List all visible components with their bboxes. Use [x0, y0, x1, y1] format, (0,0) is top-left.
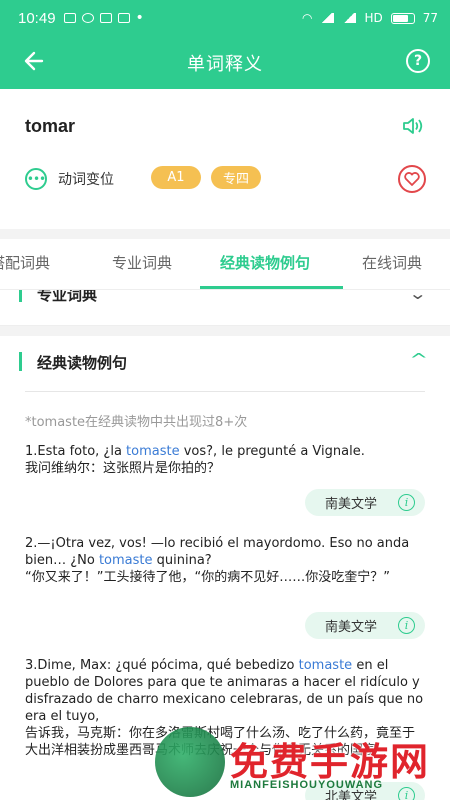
watermark-text: 免费手游网	[230, 740, 431, 784]
section-title: 经典读物例句	[37, 354, 128, 372]
info-icon[interactable]: i	[398, 617, 415, 634]
divider	[0, 229, 450, 239]
example-translation: “你又来了！”工头接待了他，“你的病不见好……你没吃奎宁？”	[25, 570, 390, 585]
tab-collocation[interactable]: 搭配词典	[0, 252, 50, 273]
mail-icon	[63, 13, 76, 23]
section-accent-bar	[19, 290, 22, 302]
example-sentence: 2.—¡Otra vez, vos! —lo recibió el mayord…	[25, 535, 427, 586]
example-text: 2.—¡Otra vez, vos! —lo recibió el mayord…	[25, 536, 410, 568]
source-tag[interactable]: 南美文学 i	[305, 489, 425, 516]
source-tag[interactable]: 南美文学 i	[305, 612, 425, 639]
example-text: 1.Esta foto, ¿la	[25, 444, 127, 459]
example-spanish: 2.—¡Otra vez, vos! —lo recibió el mayord…	[25, 535, 427, 569]
watermark-subtext: MIANFEISHOUYOUWANG	[230, 779, 384, 791]
battery-level: 77	[422, 11, 438, 25]
divider	[0, 326, 450, 336]
level-badge: A1	[151, 166, 201, 189]
signal-icon-2	[342, 13, 357, 23]
example-text: vos?, le pregunté a Vignale.	[179, 444, 365, 459]
example-text: quinina?	[152, 553, 212, 568]
exam-badge: 专四	[211, 166, 261, 189]
headword: tomar	[25, 116, 76, 136]
tab-online[interactable]: 在线词典	[362, 252, 422, 273]
occurrence-count: *tomaste在经典读物中共出现过8+次	[25, 415, 248, 430]
section-divider	[25, 391, 425, 392]
wifi-icon: ◠	[301, 11, 313, 25]
chevron-up-icon[interactable]: ^	[409, 350, 428, 369]
section-accent-bar	[19, 352, 22, 371]
highlighted-word: tomaste	[298, 658, 353, 673]
signal-icon	[320, 13, 335, 23]
word-header: tomar ••• 动词变位 A1 专四	[0, 89, 450, 229]
tab-classic-examples[interactable]: 经典读物例句	[220, 252, 310, 273]
collapsed-section-header[interactable]: 专业词典 ⌄	[0, 290, 450, 326]
app-bar: 单词释义 ?	[0, 36, 450, 89]
telegram-icon	[99, 13, 112, 23]
briefcase-icon	[117, 13, 130, 23]
page-title: 单词释义	[187, 53, 263, 75]
speaker-icon[interactable]	[402, 116, 426, 136]
watermark: 免费手游网 MIANFEISHOUYOUWANG	[150, 727, 450, 800]
source-label: 南美文学	[325, 620, 378, 635]
network-type: HD	[364, 11, 383, 25]
example-spanish: 3.Dime, Max: ¿qué pócima, qué bebedizo t…	[25, 657, 427, 725]
notification-icons: •	[63, 10, 144, 26]
status-right: ◠ HD 77	[302, 11, 438, 25]
active-tab-indicator	[200, 286, 343, 289]
example-text: 3.Dime, Max: ¿qué pócima, qué bebedizo	[25, 658, 299, 673]
watermark-logo-icon	[155, 727, 225, 797]
back-arrow-icon[interactable]	[22, 48, 50, 76]
check-icon	[81, 13, 94, 23]
status-time: 10:49	[18, 9, 56, 27]
example-spanish: 1.Esta foto, ¿la tomaste vos?, le pregun…	[25, 443, 427, 460]
conjugation-icon[interactable]: •••	[25, 168, 47, 190]
highlighted-word: tomaste	[126, 444, 180, 459]
example-translation: 我问维纳尔：这张照片是你拍的？	[25, 461, 221, 476]
battery-icon	[390, 12, 415, 24]
collapsed-section-title: 专业词典	[37, 290, 98, 304]
chevron-down-icon[interactable]: ⌄	[408, 290, 427, 303]
highlighted-word: tomaste	[98, 553, 153, 568]
info-icon[interactable]: i	[398, 494, 415, 511]
favorite-heart-icon[interactable]	[398, 165, 426, 193]
tab-professional[interactable]: 专业词典	[112, 252, 172, 273]
source-label: 南美文学	[325, 497, 378, 512]
tab-bar: 搭配词典 专业词典 经典读物例句 在线词典	[0, 239, 450, 290]
status-bar: 10:49 • ◠ HD 77	[0, 0, 450, 36]
more-dot-icon: •	[135, 10, 144, 26]
help-icon[interactable]: ?	[406, 49, 430, 73]
example-sentence: 1.Esta foto, ¿la tomaste vos?, le pregun…	[25, 443, 427, 477]
conjugation-label[interactable]: 动词变位	[58, 169, 114, 189]
